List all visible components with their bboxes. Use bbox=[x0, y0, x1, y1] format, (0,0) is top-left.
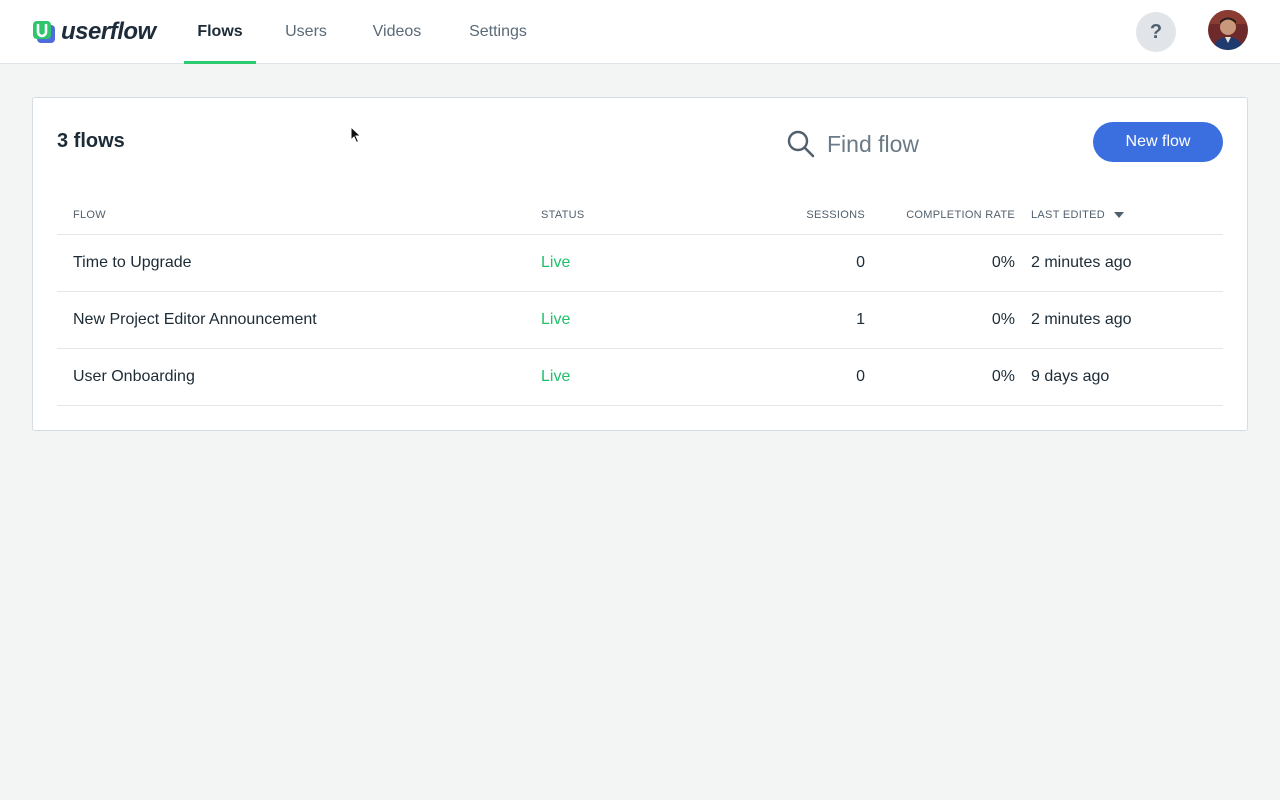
last-edited: 9 days ago bbox=[1031, 368, 1110, 385]
flows-card: 3 flows New flow Flow Status Sessions Co… bbox=[32, 97, 1248, 431]
column-header-status[interactable]: Status bbox=[541, 209, 585, 221]
flows-table: Flow Status Sessions Completion rate Las… bbox=[57, 198, 1223, 406]
tab-settings[interactable]: Settings bbox=[438, 0, 558, 64]
tab-label: Videos bbox=[372, 23, 422, 40]
userflow-logo[interactable]: userflow bbox=[31, 18, 156, 46]
search-box bbox=[785, 122, 1025, 166]
table-header: Flow Status Sessions Completion rate Las… bbox=[57, 198, 1223, 235]
status-badge: Live bbox=[541, 311, 571, 328]
tab-label: Users bbox=[285, 23, 327, 40]
logo-icon bbox=[33, 21, 55, 43]
sessions-count: 0 bbox=[856, 254, 865, 271]
help-icon: ? bbox=[1149, 20, 1163, 43]
tab-flows[interactable]: Flows bbox=[184, 0, 256, 64]
flow-name: Time to Upgrade bbox=[73, 254, 192, 271]
sessions-count: 1 bbox=[856, 311, 865, 328]
last-edited: 2 minutes ago bbox=[1031, 311, 1132, 328]
mouse-cursor bbox=[350, 126, 362, 144]
completion-rate: 0% bbox=[991, 311, 1015, 328]
tab-label: Flows bbox=[197, 23, 243, 40]
table-row[interactable]: New Project Editor Announcement Live 1 0… bbox=[57, 292, 1223, 349]
avatar-image bbox=[1208, 10, 1248, 50]
help-button[interactable]: ? bbox=[1136, 12, 1176, 52]
last-edited: 2 minutes ago bbox=[1031, 254, 1132, 271]
new-flow-button[interactable]: New flow bbox=[1093, 122, 1223, 162]
column-header-last-edited[interactable]: Last edited bbox=[1031, 209, 1125, 221]
completion-rate: 0% bbox=[991, 368, 1015, 385]
table-row[interactable]: Time to Upgrade Live 0 0% 2 minutes ago bbox=[57, 235, 1223, 292]
sort-desc-icon bbox=[1114, 212, 1125, 219]
table-row[interactable]: User Onboarding Live 0 0% 9 days ago bbox=[57, 349, 1223, 406]
sessions-count: 0 bbox=[856, 368, 865, 385]
tab-videos[interactable]: Videos bbox=[356, 0, 438, 64]
search-input[interactable] bbox=[827, 130, 1017, 158]
flow-name: New Project Editor Announcement bbox=[73, 311, 317, 328]
flow-name: User Onboarding bbox=[73, 368, 195, 385]
logo-wordmark: userflow bbox=[61, 18, 156, 45]
column-header-label: Last edited bbox=[1031, 209, 1106, 221]
status-badge: Live bbox=[541, 368, 571, 385]
column-header-flow[interactable]: Flow bbox=[73, 209, 106, 221]
column-header-sessions[interactable]: Sessions bbox=[806, 209, 865, 221]
avatar[interactable] bbox=[1208, 10, 1248, 50]
top-navigation-bar: userflow Flows Users Videos Settings ? bbox=[0, 0, 1280, 64]
status-badge: Live bbox=[541, 254, 571, 271]
page-title: 3 flows bbox=[57, 130, 125, 152]
main-nav: Flows Users Videos Settings bbox=[184, 0, 558, 64]
search-icon bbox=[787, 130, 815, 158]
tab-users[interactable]: Users bbox=[256, 0, 356, 64]
tab-label: Settings bbox=[469, 23, 527, 40]
column-header-completion-rate[interactable]: Completion rate bbox=[906, 209, 1015, 221]
completion-rate: 0% bbox=[991, 254, 1015, 271]
